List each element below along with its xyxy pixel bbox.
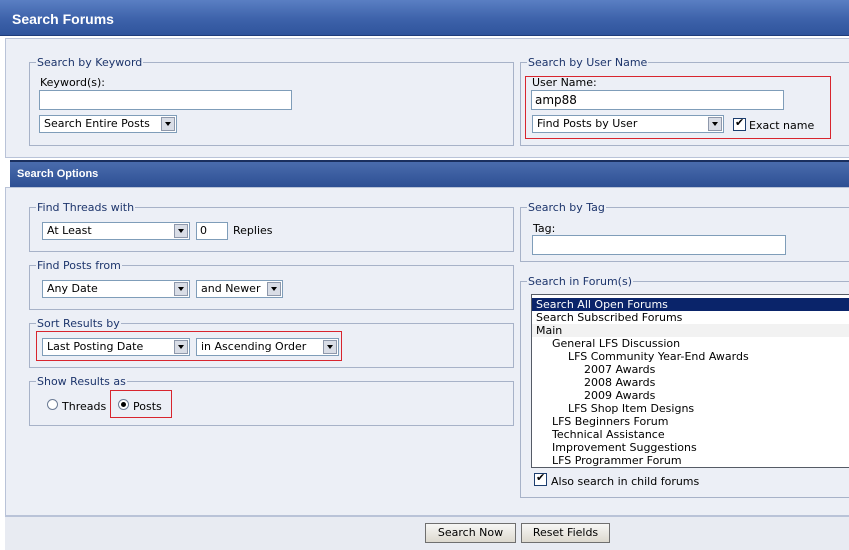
chevron-down-icon xyxy=(708,117,722,131)
chevron-down-icon xyxy=(323,340,337,354)
posts-range-value: and Newer xyxy=(201,282,261,295)
forum-option[interactable]: 2009 Awards xyxy=(532,389,849,402)
forum-option[interactable]: LFS Community Year-End Awards xyxy=(532,350,849,363)
exact-name-checkbox[interactable] xyxy=(733,116,746,131)
child-forums-checkbox[interactable] xyxy=(534,471,547,486)
find-threads-legend: Find Threads with xyxy=(37,201,135,214)
posts-range-select[interactable]: and Newer xyxy=(196,280,283,298)
search-options-title: Search Options xyxy=(17,168,99,180)
forum-option[interactable]: General LFS Discussion xyxy=(532,337,849,350)
chevron-down-icon xyxy=(267,282,281,296)
posts-radio[interactable] xyxy=(118,399,129,410)
reset-fields-button[interactable]: Reset Fields xyxy=(521,523,610,543)
tag-label: Tag: xyxy=(533,222,556,235)
keyword-label: Keyword(s): xyxy=(40,76,106,89)
sort-field-select[interactable]: Last Posting Date xyxy=(42,338,190,356)
forum-option[interactable]: 2008 Awards xyxy=(532,376,849,389)
page-header: Search Forums xyxy=(0,0,849,36)
posts-date-select[interactable]: Any Date xyxy=(42,280,190,298)
page-title: Search Forums xyxy=(12,11,114,27)
exact-name-label: Exact name xyxy=(749,119,815,132)
child-forums-label: Also search in child forums xyxy=(551,475,700,488)
search-options-header: Search Options xyxy=(10,160,849,187)
posts-date-value: Any Date xyxy=(47,282,98,295)
forum-option[interactable]: Main xyxy=(532,324,849,337)
sort-order-select[interactable]: in Ascending Order xyxy=(196,338,339,356)
replies-label: Replies xyxy=(233,224,273,237)
forums-legend: Search in Forum(s) xyxy=(528,275,633,288)
forum-option[interactable]: 2007 Awards xyxy=(532,363,849,376)
chevron-down-icon xyxy=(174,282,188,296)
user-mode-select[interactable]: Find Posts by User xyxy=(532,115,724,133)
posts-radio-label: Posts xyxy=(133,400,162,413)
sort-results-legend: Sort Results by xyxy=(37,317,120,330)
tag-legend: Search by Tag xyxy=(528,201,605,214)
forum-option[interactable]: LFS Programmer Forum xyxy=(532,454,849,467)
username-legend: Search by User Name xyxy=(528,56,648,69)
forum-option[interactable]: Search Subscribed Forums xyxy=(532,311,849,324)
search-now-button[interactable]: Search Now xyxy=(425,523,516,543)
sort-field-value: Last Posting Date xyxy=(47,340,144,353)
threads-condition-select[interactable]: At Least xyxy=(42,222,190,240)
chevron-down-icon xyxy=(161,117,175,131)
forum-option[interactable]: LFS Beginners Forum xyxy=(532,415,849,428)
chevron-down-icon xyxy=(174,340,188,354)
keyword-scope-value: Search Entire Posts xyxy=(44,117,150,130)
forum-option[interactable]: LFS Shop Item Designs xyxy=(532,402,849,415)
show-results-legend: Show Results as xyxy=(37,375,126,388)
keyword-scope-select[interactable]: Search Entire Posts xyxy=(39,115,177,133)
find-posts-legend: Find Posts from xyxy=(37,259,121,272)
threads-radio-label: Threads xyxy=(62,400,107,413)
replies-count-input[interactable]: 0 xyxy=(196,222,228,240)
keyword-input[interactable] xyxy=(39,90,292,110)
threads-condition-value: At Least xyxy=(47,224,92,237)
threads-radio[interactable] xyxy=(47,399,58,410)
user-mode-value: Find Posts by User xyxy=(537,117,638,130)
username-input[interactable]: amp88 xyxy=(531,90,784,110)
chevron-down-icon xyxy=(174,224,188,238)
forums-listbox[interactable]: Search All Open Forums Search Subscribed… xyxy=(531,294,849,468)
keyword-legend: Search by Keyword xyxy=(37,56,143,69)
forum-option[interactable]: Search All Open Forums xyxy=(532,298,849,311)
tag-input[interactable] xyxy=(532,235,786,255)
sort-order-value: in Ascending Order xyxy=(201,340,307,353)
username-label: User Name: xyxy=(532,76,597,89)
forum-option[interactable]: Technical Assistance xyxy=(532,428,849,441)
forum-option[interactable]: Improvement Suggestions xyxy=(532,441,849,454)
